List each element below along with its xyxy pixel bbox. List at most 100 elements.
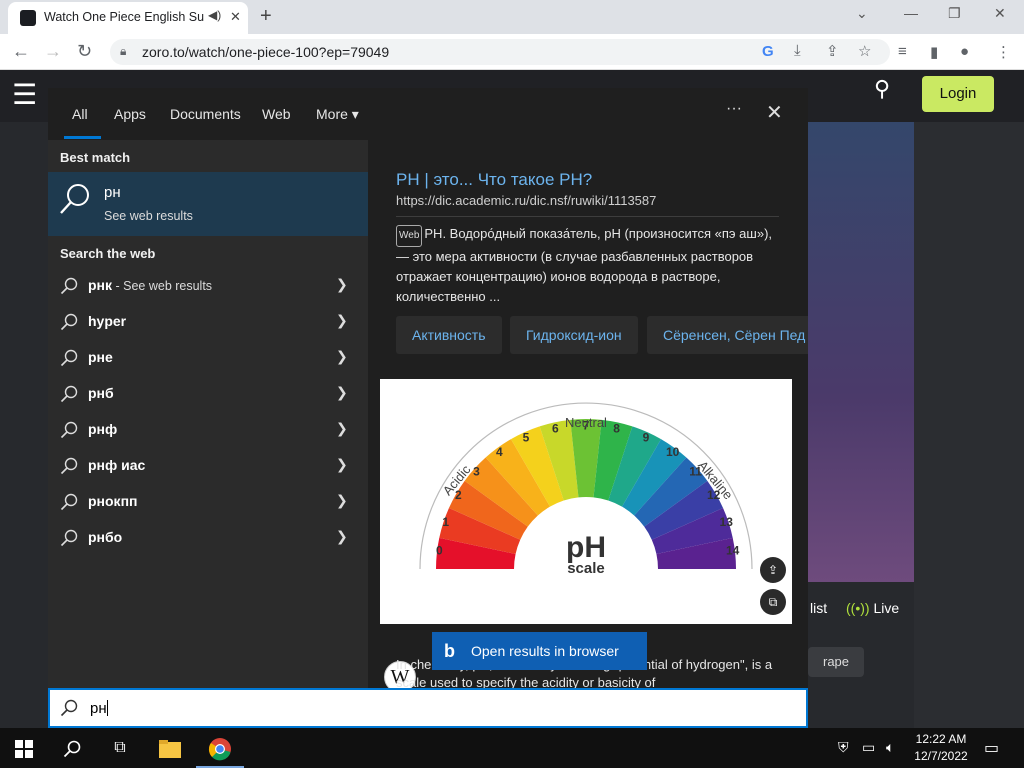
copy-image-icon[interactable]: ⧉ [760, 589, 786, 615]
ph-tick-label: 1 [442, 515, 449, 529]
tab-audio-icon[interactable]: ◀) [208, 8, 224, 24]
site-search-icon[interactable]: ⚲ [874, 76, 890, 102]
tab-all[interactable]: All [72, 106, 88, 122]
suggestion-text: рнф [88, 421, 118, 437]
bookmark-star-icon[interactable]: ☆ [858, 42, 871, 60]
web-suggestion-item[interactable]: рнф иас ❯ [48, 448, 368, 484]
list-link[interactable]: list [810, 600, 827, 616]
suggestion-text: рнб [88, 385, 114, 401]
clock[interactable]: 12:22 AM 12/7/2022 [910, 731, 972, 765]
tab-search-chevron-icon[interactable]: ⌄ [856, 5, 868, 22]
security-shield-icon[interactable]: ⛨ [838, 739, 849, 756]
search-filter-tabs: All Apps Documents Web More ▾ ··· ✕ [48, 88, 808, 140]
chevron-down-icon: ▾ [351, 106, 359, 122]
site-favicon-icon [20, 10, 36, 26]
best-match-item[interactable]: рн See web results [48, 172, 368, 236]
best-match-subtitle: See web results [104, 209, 193, 223]
bing-icon: b [444, 641, 455, 661]
ph-tick-label: 8 [613, 421, 620, 435]
chevron-right-icon[interactable]: ❯ [336, 276, 348, 293]
suggestion-text: hyper [88, 313, 127, 329]
search-query: рн [90, 700, 107, 717]
chevron-right-icon[interactable]: ❯ [336, 384, 348, 401]
chevron-right-icon[interactable]: ❯ [336, 456, 348, 473]
web-suggestion-item[interactable]: рнф ❯ [48, 412, 368, 448]
live-link[interactable]: ((•)) Live [846, 600, 899, 616]
chevron-right-icon[interactable]: ❯ [336, 420, 348, 437]
minimize-button[interactable]: — [904, 5, 918, 21]
window-close-button[interactable]: ✕ [994, 5, 1006, 22]
task-view-icon[interactable]: ⧉ [96, 728, 144, 768]
login-button[interactable]: Login [922, 76, 994, 112]
browser-tab[interactable]: Watch One Piece English Sub ◀) ✕ [8, 2, 248, 34]
best-match-title: рн [104, 184, 121, 201]
volume-icon[interactable]: 🔈︎ [886, 739, 894, 756]
profile-avatar-icon[interactable]: ● [960, 43, 969, 60]
search-query-text[interactable]: рн [90, 700, 108, 717]
side-panel-icon[interactable]: ▮ [930, 43, 938, 61]
live-icon: ((•)) [846, 600, 870, 616]
tab-apps[interactable]: Apps [114, 106, 146, 122]
start-windows-icon[interactable] [0, 728, 48, 768]
chevron-right-icon[interactable]: ❯ [336, 492, 348, 509]
notifications-icon[interactable]: ▭ [984, 738, 999, 758]
result-title-link[interactable]: PH | это... Что такое PH? [396, 170, 592, 190]
web-suggestion-item[interactable]: hyper ❯ [48, 304, 368, 340]
chevron-right-icon[interactable]: ❯ [336, 312, 348, 329]
windows-taskbar: ⧉ ⛨ ▭ 🔈︎ 12:22 AM 12/7/2022 ▭ [0, 728, 1024, 768]
tab-more-label: More [316, 106, 348, 122]
reload-icon[interactable]: ↻ [77, 41, 92, 62]
forward-icon[interactable]: → [44, 41, 62, 62]
result-url[interactable]: https://dic.academic.ru/dic.nsf/ruwiki/1… [396, 193, 656, 208]
chrome-taskbar-icon[interactable] [196, 728, 244, 768]
tab-web[interactable]: Web [262, 106, 291, 122]
open-results-in-browser-button[interactable]: b Open results in browser [432, 632, 647, 670]
network-icon[interactable]: ▭ [862, 739, 875, 756]
site-button-partial[interactable]: rape [808, 647, 864, 677]
web-suggestion-item[interactable]: рне ❯ [48, 340, 368, 376]
windows-logo-icon [15, 740, 33, 759]
tab-more[interactable]: More ▾ [316, 106, 359, 123]
close-panel-icon[interactable]: ✕ [766, 100, 783, 125]
google-icon[interactable]: G [762, 43, 774, 60]
chevron-right-icon[interactable]: ❯ [336, 348, 348, 365]
share-icon[interactable]: ⇪ [826, 42, 839, 60]
related-chip[interactable]: Активность [396, 316, 502, 354]
chrome-menu-icon[interactable]: ⋮ [996, 43, 1011, 61]
search-icon [60, 421, 78, 439]
lock-icon[interactable]: 🔒︎ [120, 44, 126, 59]
hero-artwork [808, 122, 914, 582]
hamburger-menu-icon[interactable]: ☰ [12, 78, 37, 111]
tab-title: Watch One Piece English Sub [44, 10, 204, 24]
share-image-icon[interactable]: ⇪ [760, 557, 786, 583]
suggestion-text: рнк [88, 277, 113, 293]
more-options-icon[interactable]: ··· [726, 100, 742, 118]
address-bar[interactable]: 🔒︎ zoro.to/watch/one-piece-100?ep=79049 … [110, 39, 890, 65]
related-chip[interactable]: Сёренсен, Сёрен Пед [647, 316, 808, 354]
file-explorer-icon[interactable] [146, 728, 194, 768]
chrome-logo-icon [208, 738, 231, 761]
tab-close-icon[interactable]: ✕ [230, 9, 241, 25]
restore-button[interactable]: ❐ [948, 5, 961, 22]
open-results-label: Open results in browser [471, 643, 619, 659]
web-suggestion-item[interactable]: рнокпп ❯ [48, 484, 368, 520]
reading-list-icon[interactable]: ≡ [898, 43, 907, 60]
ph-scale-image[interactable]: 0 1 2 3 4 5 6 7 8 9 10 11 12 13 14 Neutral Acidic Alka… [380, 379, 792, 624]
web-suggestion-item[interactable]: рнб ❯ [48, 376, 368, 412]
url-text[interactable]: zoro.to/watch/one-piece-100?ep=79049 [142, 44, 389, 60]
best-match-heading: Best match [60, 150, 131, 165]
related-chip[interactable]: Гидроксид-ион [510, 316, 638, 354]
install-icon[interactable]: ⤓ [794, 42, 801, 59]
web-suggestion-item[interactable]: рнк - See web results ❯ [48, 268, 368, 304]
taskbar-search-icon[interactable] [48, 728, 96, 768]
suggestion-suffix: - See web results [112, 279, 213, 293]
chevron-right-icon[interactable]: ❯ [336, 528, 348, 545]
live-label: Live [873, 600, 900, 616]
new-tab-button[interactable]: + [260, 5, 272, 28]
search-icon [60, 529, 78, 547]
web-suggestion-item[interactable]: рнбо ❯ [48, 520, 368, 556]
back-icon[interactable]: ← [12, 41, 30, 62]
clock-date: 12/7/2022 [914, 749, 968, 763]
search-input[interactable]: рн [48, 688, 808, 728]
tab-documents[interactable]: Documents [170, 106, 241, 122]
